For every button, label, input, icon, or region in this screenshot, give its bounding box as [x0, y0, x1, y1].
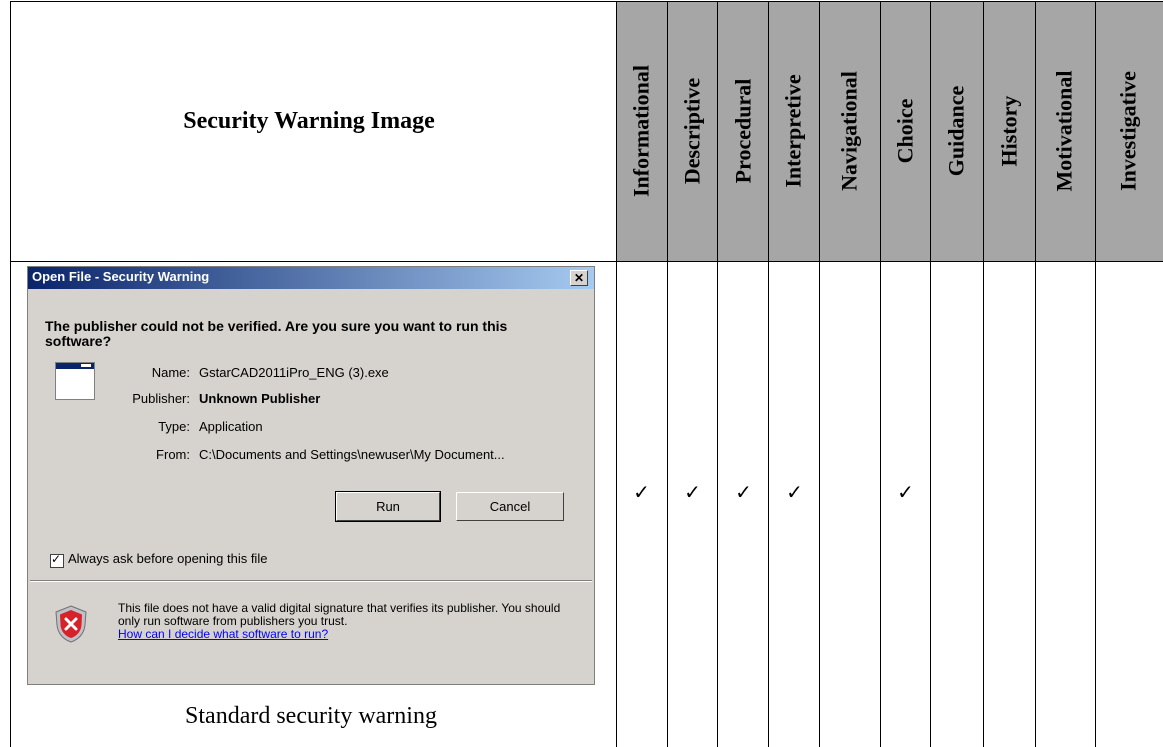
- check-procedural: ✓: [735, 480, 752, 504]
- always-ask-checkbox[interactable]: ✓: [50, 552, 64, 568]
- column-header-history: History: [996, 95, 1022, 167]
- publisher-value: Unknown Publisher: [199, 391, 321, 406]
- header-title: Security Warning Image: [183, 108, 435, 134]
- check-choice: ✓: [897, 480, 914, 504]
- type-value: Application: [199, 419, 263, 434]
- type-label: Type:: [158, 419, 190, 434]
- column-header-procedural: Procedural: [730, 78, 756, 184]
- table-header-divider: [10, 261, 1163, 262]
- column-divider: [819, 1, 820, 747]
- column-header-guidance: Guidance: [943, 85, 969, 177]
- column-header-motivational: Motivational: [1051, 70, 1077, 192]
- check-interpretive: ✓: [786, 480, 803, 504]
- dialog-title: Open File - Security Warning: [32, 269, 210, 284]
- column-header-choice: Choice: [892, 98, 918, 164]
- dialog-titlebar: Open File - Security Warning ✕: [28, 267, 594, 289]
- column-header-interpretive: Interpretive: [780, 74, 806, 188]
- column-header-descriptive: Descriptive: [679, 77, 705, 185]
- from-value: C:\Documents and Settings\newuser\My Doc…: [199, 447, 505, 462]
- checkbox-checkmark-icon: ✓: [51, 552, 62, 566]
- close-button[interactable]: ✕: [570, 270, 588, 286]
- column-header-navigational: Navigational: [836, 71, 862, 191]
- always-ask-label[interactable]: Always ask before opening this file: [68, 551, 267, 566]
- dialog-question: The publisher could not be verified. Are…: [45, 318, 508, 349]
- dialog-separator-highlight: [30, 581, 592, 582]
- column-divider: [1035, 1, 1036, 747]
- run-button[interactable]: Run: [335, 491, 441, 522]
- name-value: GstarCAD2011iPro_ENG (3).exe: [199, 365, 389, 380]
- shield-icon: [55, 605, 87, 643]
- check-descriptive: ✓: [684, 480, 701, 504]
- from-label: From:: [156, 447, 190, 462]
- cancel-button[interactable]: Cancel: [456, 492, 564, 521]
- warning-message: This file does not have a valid digital …: [118, 601, 561, 628]
- column-divider: [1095, 1, 1096, 747]
- help-link[interactable]: How can I decide what software to run?: [118, 627, 328, 641]
- column-header-informational: Informational: [628, 65, 654, 197]
- security-warning-dialog: Open File - Security Warning ✕ The publi…: [27, 266, 595, 685]
- column-header-investigative: Investigative: [1115, 71, 1141, 191]
- image-caption: Standard security warning: [185, 703, 437, 729]
- application-icon: [55, 362, 95, 400]
- document-table: Security Warning Image Informational Des…: [0, 0, 1163, 747]
- check-informational: ✓: [633, 480, 650, 504]
- name-label: Name:: [151, 365, 190, 380]
- publisher-label: Publisher:: [132, 391, 190, 406]
